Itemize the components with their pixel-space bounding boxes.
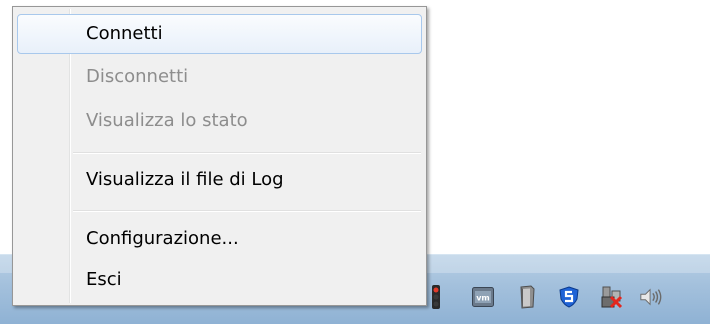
menu-item-disconnetti[interactable]: Disconnetti: [17, 57, 422, 97]
context-menu: Connetti Disconnetti Visualizza lo stato…: [12, 6, 427, 306]
menu-item-esci[interactable]: Esci: [17, 260, 422, 300]
menu-separator: [73, 210, 421, 212]
menu-item-visualizza-log[interactable]: Visualizza il file di Log: [17, 160, 422, 200]
network-disconnected-icon[interactable]: [599, 285, 623, 309]
vmware-icon[interactable]: vm: [471, 285, 495, 309]
speaker-icon[interactable]: [639, 285, 663, 309]
file-icon[interactable]: [515, 285, 539, 309]
screen: vm Connetti Disconnetti Visualizza lo st…: [0, 0, 710, 324]
menu-separator: [73, 152, 421, 154]
shield-s-icon[interactable]: [557, 285, 581, 309]
vmware-label: vm: [476, 294, 490, 303]
menu-item-visualizza-stato[interactable]: Visualizza lo stato: [17, 101, 422, 141]
menu-item-configurazione[interactable]: Configurazione...: [17, 219, 422, 259]
traffic-light-icon[interactable]: [424, 285, 448, 309]
menu-item-connetti[interactable]: Connetti: [17, 14, 422, 54]
